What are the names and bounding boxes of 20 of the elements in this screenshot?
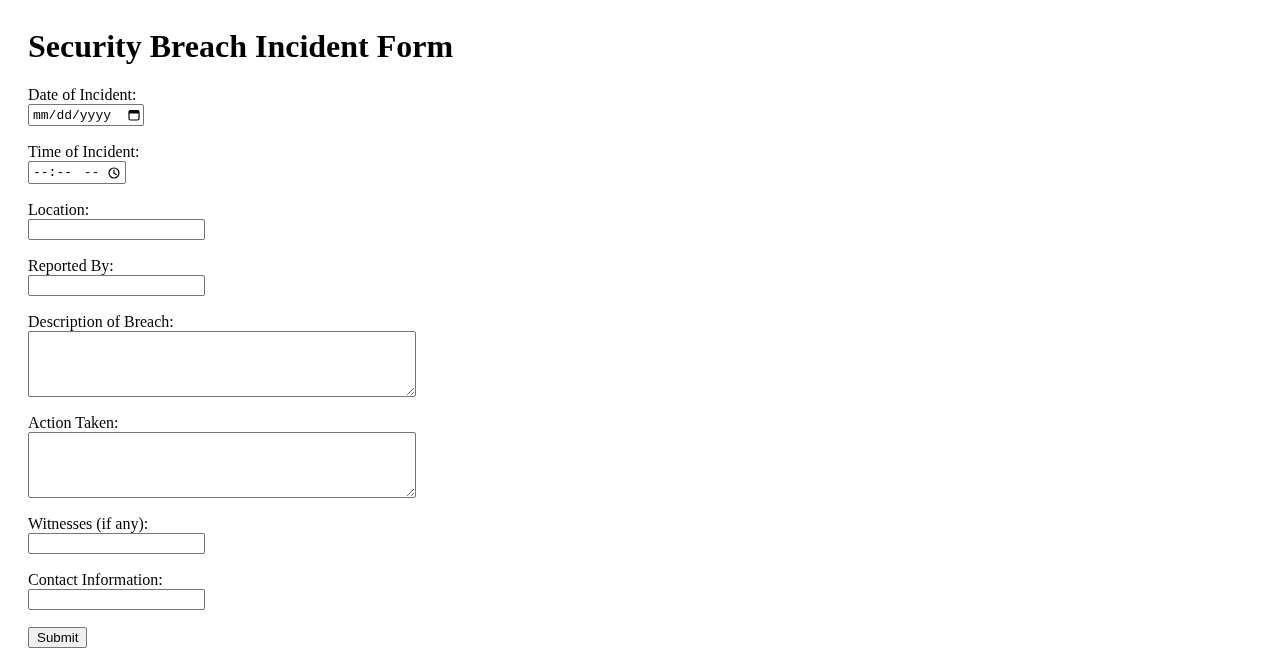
field-label: Witnesses (if any): bbox=[28, 515, 149, 533]
field-label: Action Taken: bbox=[28, 414, 119, 432]
submit-button[interactable]: Submit bbox=[28, 627, 88, 648]
field-label: Location: bbox=[28, 201, 90, 219]
text-input[interactable] bbox=[28, 589, 205, 610]
field-label: Time of Incident: bbox=[28, 143, 140, 161]
text-input[interactable] bbox=[28, 219, 205, 240]
text-input[interactable] bbox=[28, 533, 205, 554]
field-label: Date of Incident: bbox=[28, 86, 137, 104]
time-input[interactable]: --:-- -- bbox=[28, 161, 126, 184]
date-input[interactable]: mm/dd/yyyy bbox=[28, 104, 144, 126]
calendar-icon[interactable] bbox=[128, 109, 140, 121]
text-area[interactable] bbox=[28, 432, 416, 498]
field-label: Description of Breach: bbox=[28, 313, 174, 331]
form-title: Security Breach Incident Form bbox=[28, 28, 454, 65]
field-label: Reported By: bbox=[28, 257, 114, 275]
clock-icon[interactable] bbox=[108, 166, 120, 179]
field-label: Contact Information: bbox=[28, 571, 163, 589]
text-area[interactable] bbox=[28, 331, 416, 397]
text-input[interactable] bbox=[28, 275, 205, 296]
